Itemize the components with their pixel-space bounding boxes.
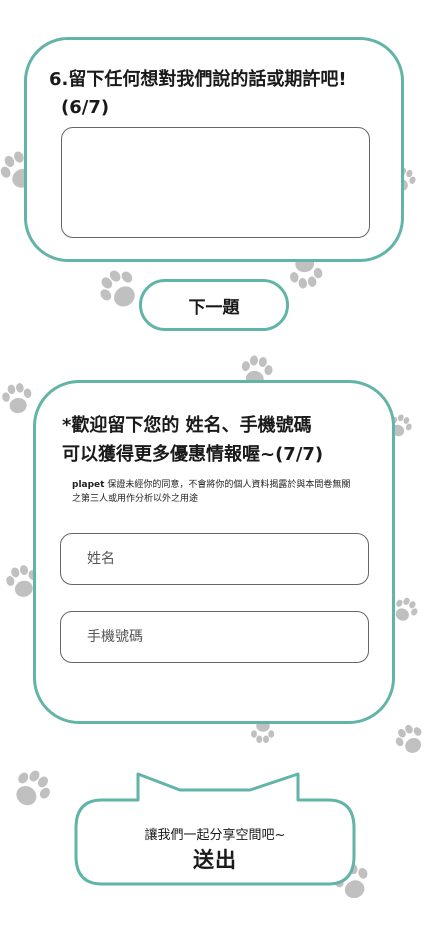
message-textarea[interactable] xyxy=(61,127,370,238)
privacy-notice: plapet 保證未經你的同意，不會將你的個人資料揭露於與本問卷無關之第三人或用… xyxy=(72,478,358,506)
submit-subtitle: 讓我們一起分享空間吧~ xyxy=(144,828,286,843)
next-question-label: 下一題 xyxy=(188,297,240,318)
paw-print-icon xyxy=(382,710,428,770)
submit-button[interactable]: 讓我們一起分享空間吧~ 送出 xyxy=(72,770,358,890)
paw-print-icon xyxy=(0,757,63,821)
privacy-text: 保證未經你的同意，不會將你的個人資料揭露於與本問卷無關之第三人或用作分析以外之用… xyxy=(72,480,351,504)
question-6-title: 6.留下任何想對我們說的話或期許吧! (6/7) xyxy=(49,66,383,122)
question-7-title: *歡迎留下您的 姓名、手機號碼 可以獲得更多優惠情報喔~(7/7) xyxy=(62,411,380,469)
question-7-line2: 可以獲得更多優惠情報喔~(7/7) xyxy=(62,444,324,465)
submit-label: 送出 xyxy=(193,848,237,872)
phone-input[interactable] xyxy=(60,611,369,663)
next-question-button[interactable]: 下一題 xyxy=(139,279,289,331)
question-6-progress: (6/7) xyxy=(61,97,110,118)
question-7-line1: *歡迎留下您的 姓名、手機號碼 xyxy=(62,415,312,436)
question-6-text: 6.留下任何想對我們說的話或期許吧! xyxy=(49,69,347,90)
question-7-card: *歡迎留下您的 姓名、手機號碼 可以獲得更多優惠情報喔~(7/7) plapet… xyxy=(33,380,395,724)
privacy-brand: plapet xyxy=(72,480,105,490)
paw-print-icon xyxy=(0,377,39,421)
question-6-card: 6.留下任何想對我們說的話或期許吧! (6/7) xyxy=(24,37,404,262)
name-input[interactable] xyxy=(60,533,369,585)
